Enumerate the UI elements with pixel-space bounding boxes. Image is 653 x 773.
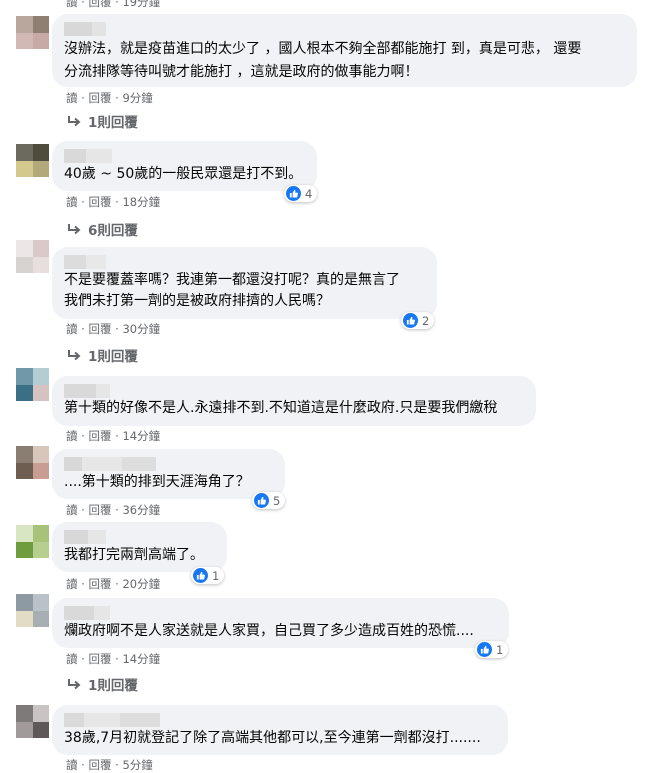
- comment-text-line: 爛政府啊不是人家送就是人家買，自己買了多少造成百姓的恐慌....: [64, 623, 474, 639]
- comment-text-line: 分流排隊等待叫號才能施打 ，這就是政府的做事能力啊！: [64, 64, 419, 80]
- comment-meta: 讀 · 回覆 · 36分鐘: [66, 503, 161, 517]
- comment-time[interactable]: 30分鐘: [122, 322, 160, 336]
- commenter-name-blurred[interactable]: [64, 22, 106, 36]
- reply-link[interactable]: 回覆: [88, 503, 111, 517]
- replies-count: 1則回覆: [88, 349, 138, 365]
- comment-meta: 讀 · 回覆 · 20分鐘: [66, 577, 161, 591]
- like-icon: [193, 568, 208, 583]
- commenter-name-blurred[interactable]: [64, 457, 156, 471]
- like-count: 1: [212, 568, 220, 583]
- comment-bubble: ....第十類的排到天涯海角了？: [52, 449, 285, 499]
- comment-bubble: 不是要覆蓋率嗎？我連第一都還沒打呢？真的是無言了 我們未打第一劑的是被政府排擠的…: [52, 247, 437, 319]
- replies-count: 6則回覆: [88, 223, 138, 239]
- reply-arrow-icon: [68, 224, 81, 235]
- reply-link[interactable]: 回覆: [88, 577, 111, 591]
- comment-meta: 讀 · 回覆 · 9分鐘: [66, 91, 153, 105]
- like-icon: [477, 642, 492, 657]
- avatar[interactable]: [16, 16, 49, 49]
- comment-time[interactable]: 18分鐘: [122, 195, 160, 209]
- reply-arrow-icon: [68, 350, 81, 361]
- read-link[interactable]: 讀: [66, 195, 78, 209]
- avatar[interactable]: [16, 594, 49, 627]
- read-link[interactable]: 讀: [66, 758, 78, 772]
- read-link[interactable]: 讀: [66, 503, 78, 517]
- comment-text-line: 我們未打第一劑的是被政府排擠的人民嗎？: [64, 293, 330, 309]
- view-replies-button[interactable]: 6則回覆: [66, 219, 138, 239]
- avatar[interactable]: [16, 240, 49, 273]
- commenter-name-blurred[interactable]: [64, 149, 112, 163]
- reply-link[interactable]: 回覆: [88, 195, 111, 209]
- view-replies-button[interactable]: 1則回覆: [66, 674, 138, 694]
- like-icon: [403, 313, 418, 328]
- commenter-name-blurred[interactable]: [64, 530, 106, 544]
- comment-time[interactable]: 36分鐘: [122, 503, 160, 517]
- view-replies-button[interactable]: 1則回覆: [66, 345, 138, 365]
- comment-bubble: 38歲,7月初就登記了除了高端其他都可以,至今連第一劑都沒打.......: [52, 705, 508, 755]
- comment-meta: 讀 · 回覆 · 14分鐘: [66, 652, 161, 666]
- comment-bubble: 我都打完兩劑高端了。: [52, 522, 227, 572]
- comment-time[interactable]: 5分鐘: [122, 758, 152, 772]
- reply-link[interactable]: 回覆: [88, 758, 111, 772]
- avatar[interactable]: [16, 144, 49, 177]
- like-count: 1: [496, 642, 504, 657]
- comment-time[interactable]: 14分鐘: [122, 429, 160, 443]
- comment-text-line: 40歲 ~ 50歲的一般民眾還是打不到。: [64, 166, 303, 182]
- commenter-name-blurred[interactable]: [64, 255, 106, 269]
- reply-link[interactable]: 回覆: [88, 322, 111, 336]
- comment-text-line: 38歲,7月初就登記了除了高端其他都可以,至今連第一劑都沒打.......: [64, 730, 481, 746]
- reply-arrow-icon: [68, 679, 81, 690]
- commenter-name-blurred[interactable]: [64, 713, 160, 727]
- reply-link[interactable]: 回覆: [88, 91, 111, 105]
- commenter-name-blurred[interactable]: [64, 606, 110, 620]
- replies-count: 1則回覆: [88, 678, 138, 694]
- reply-link[interactable]: 回覆: [88, 652, 111, 666]
- comment-time[interactable]: 14分鐘: [122, 652, 160, 666]
- comment-time[interactable]: 9分鐘: [122, 91, 152, 105]
- reaction-count[interactable]: 1: [191, 567, 225, 584]
- replies-count: 1則回覆: [88, 115, 138, 131]
- avatar[interactable]: [16, 368, 49, 401]
- like-icon: [254, 493, 269, 508]
- read-link[interactable]: 讀: [66, 429, 78, 443]
- view-replies-button[interactable]: 1則回覆: [66, 111, 138, 131]
- like-count: 2: [422, 313, 430, 328]
- avatar[interactable]: [16, 525, 49, 558]
- comment-text-line: ....第十類的排到天涯海角了？: [64, 474, 250, 490]
- comment-bubble: 40歲 ~ 50歲的一般民眾還是打不到。: [52, 141, 317, 191]
- comment-meta: 讀 · 回覆 · 30分鐘: [66, 322, 161, 336]
- reaction-count[interactable]: 2: [401, 312, 435, 329]
- top-meta: 讀 · 回覆 · 19分鐘: [66, 0, 160, 10]
- like-count: 4: [305, 186, 313, 201]
- read-link[interactable]: 讀: [66, 322, 78, 336]
- reaction-count[interactable]: 5: [252, 492, 286, 509]
- comment-bubble: 第十類的好像不是人.永遠排不到.不知道這是什麼政府.只是要我們繳稅: [52, 376, 536, 426]
- comment-time[interactable]: 20分鐘: [122, 577, 160, 591]
- comment-text-line: 沒辦法，就是疫苗進口的太少了 ，國人根本不夠全部都能施打 到，真是可悲， 還要: [64, 41, 582, 57]
- read-link[interactable]: 讀: [66, 577, 78, 591]
- top-meta-time: 19分鐘: [122, 0, 161, 9]
- commenter-name-blurred[interactable]: [64, 384, 110, 398]
- avatar[interactable]: [16, 446, 49, 479]
- reply-link[interactable]: 回覆: [88, 429, 111, 443]
- reply-link[interactable]: 回覆: [88, 0, 111, 9]
- like-count: 5: [273, 493, 281, 508]
- reply-arrow-icon: [68, 116, 81, 127]
- read-link[interactable]: 讀: [66, 652, 78, 666]
- comment-meta: 讀 · 回覆 · 18分鐘: [66, 195, 161, 209]
- comment-meta: 讀 · 回覆 · 14分鐘: [66, 429, 161, 443]
- reaction-count[interactable]: 4: [284, 185, 318, 202]
- avatar[interactable]: [16, 705, 49, 738]
- comment-bubble: 沒辦法，就是疫苗進口的太少了 ，國人根本不夠全部都能施打 到，真是可悲， 還要 …: [52, 14, 637, 87]
- like-icon: [286, 186, 301, 201]
- comment-bubble: 爛政府啊不是人家送就是人家買，自己買了多少造成百姓的恐慌....: [52, 598, 509, 648]
- comment-text-line: 不是要覆蓋率嗎？我連第一都還沒打呢？真的是無言了: [64, 272, 400, 288]
- comment-text-line: 我都打完兩劑高端了。: [64, 547, 204, 563]
- read-link[interactable]: 讀: [66, 91, 78, 105]
- read-link[interactable]: 讀: [66, 0, 78, 9]
- comment-text-line: 第十類的好像不是人.永遠排不到.不知道這是什麼政府.只是要我們繳稅: [64, 400, 498, 416]
- reaction-count[interactable]: 1: [475, 641, 509, 658]
